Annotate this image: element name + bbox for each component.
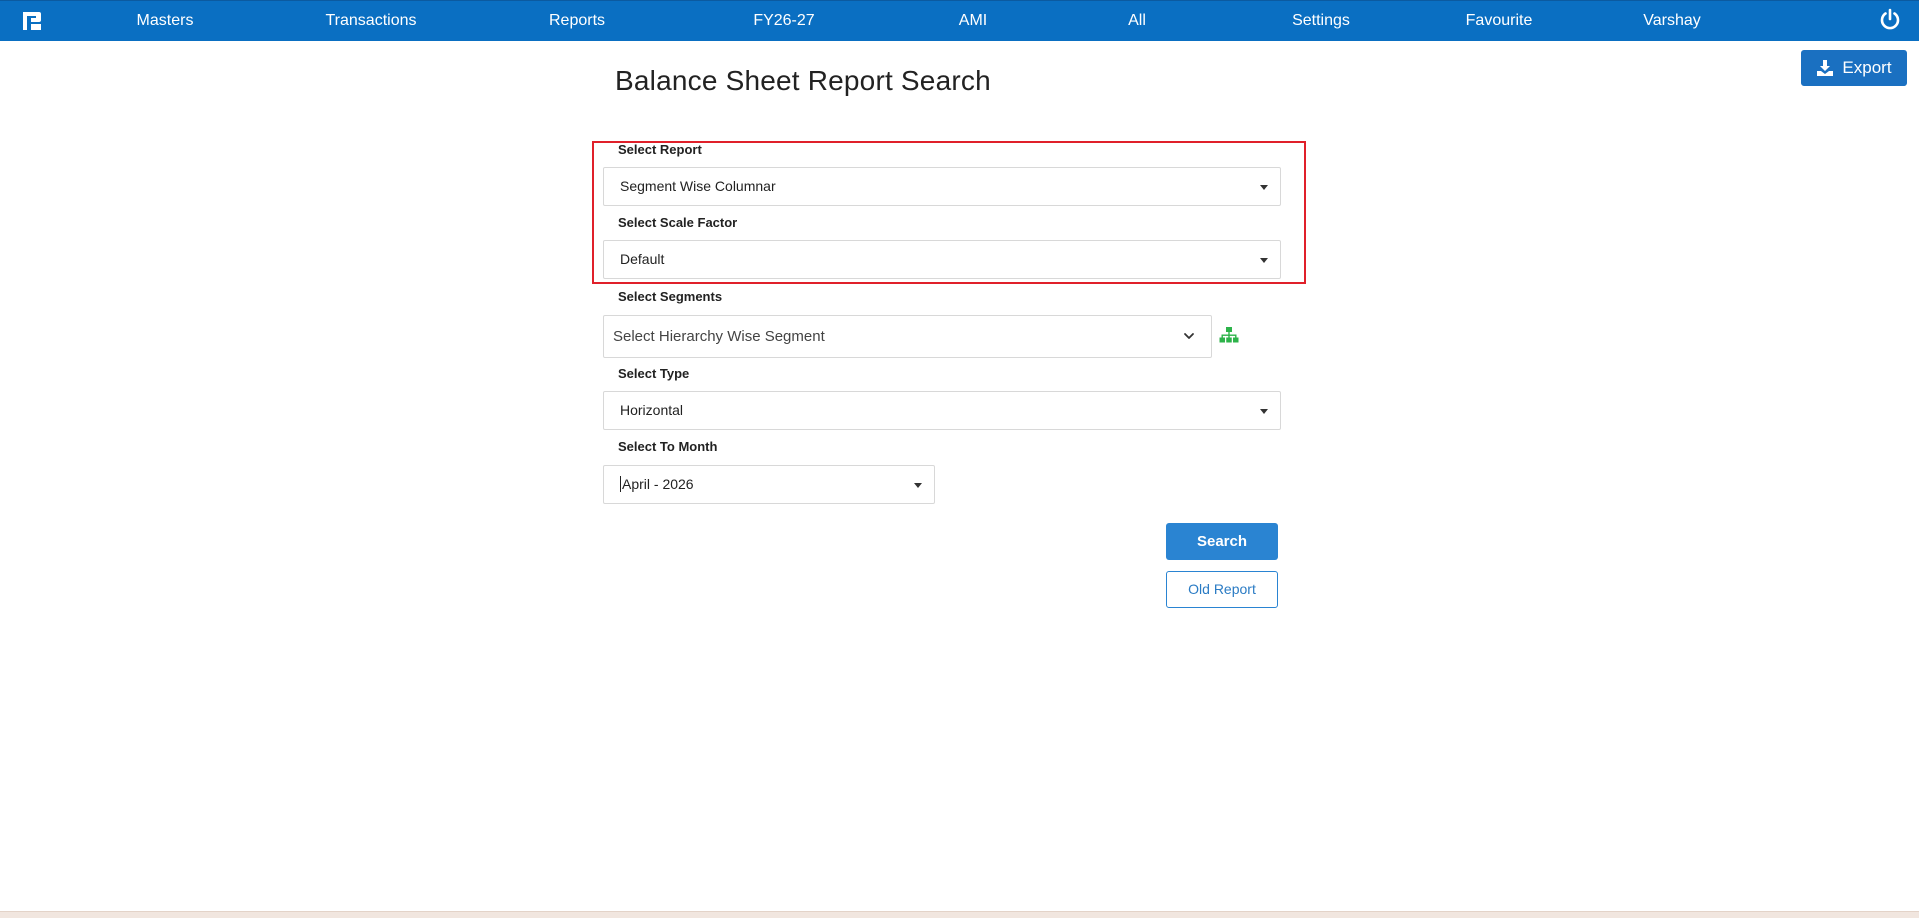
export-label: Export — [1842, 58, 1892, 77]
chevron-down-icon — [1184, 333, 1194, 339]
nav-favourite[interactable]: Favourite — [1466, 1, 1533, 42]
select-report-dropdown[interactable]: Segment Wise Columnar — [603, 167, 1281, 206]
select-segments-placeholder: Select Hierarchy Wise Segment — [613, 328, 825, 345]
select-segments-label: Select Segments — [618, 289, 723, 304]
page-title: Balance Sheet Report Search — [615, 65, 991, 96]
select-scale-factor-dropdown[interactable]: Default — [603, 240, 1281, 279]
text-cursor — [620, 476, 621, 492]
download-icon — [1817, 60, 1834, 76]
select-to-month-dropdown[interactable]: April - 2026 — [603, 465, 935, 504]
search-button[interactable]: Search — [1166, 523, 1278, 560]
caret-down-icon — [1260, 185, 1268, 190]
select-type-dropdown[interactable]: Horizontal — [603, 391, 1281, 430]
nav-transactions[interactable]: Transactions — [326, 1, 417, 42]
nav-reports[interactable]: Reports — [549, 1, 605, 42]
select-report-value: Segment Wise Columnar — [620, 178, 776, 194]
select-report-label: Select Report — [618, 142, 702, 157]
select-scale-factor-value: Default — [620, 251, 665, 267]
select-to-month-label: Select To Month — [618, 439, 718, 454]
nav-all[interactable]: All — [1128, 1, 1146, 42]
select-scale-factor-label: Select Scale Factor — [618, 215, 738, 230]
nav-user-varshay[interactable]: Varshay — [1643, 1, 1701, 42]
top-navbar: Masters Transactions Reports FY26-27 AMI… — [0, 0, 1919, 41]
app-logo-icon[interactable] — [20, 9, 44, 33]
nav-masters[interactable]: Masters — [137, 1, 194, 42]
old-report-button[interactable]: Old Report — [1166, 571, 1278, 608]
nav-settings[interactable]: Settings — [1292, 1, 1350, 42]
select-type-label: Select Type — [618, 366, 690, 381]
nav-ami[interactable]: AMI — [959, 1, 987, 42]
caret-down-icon — [1260, 258, 1268, 263]
nav-fiscal-year[interactable]: FY26-27 — [753, 1, 814, 42]
caret-down-icon — [914, 483, 922, 488]
power-icon[interactable] — [1878, 8, 1902, 32]
select-type-value: Horizontal — [620, 402, 684, 418]
export-button[interactable]: Export — [1801, 50, 1907, 86]
select-to-month-value: April - 2026 — [622, 476, 694, 492]
caret-down-icon — [1260, 409, 1268, 414]
select-segments-dropdown[interactable]: Select Hierarchy Wise Segment — [603, 315, 1212, 358]
sitemap-icon[interactable] — [1219, 326, 1239, 344]
bottom-strip — [0, 911, 1919, 918]
